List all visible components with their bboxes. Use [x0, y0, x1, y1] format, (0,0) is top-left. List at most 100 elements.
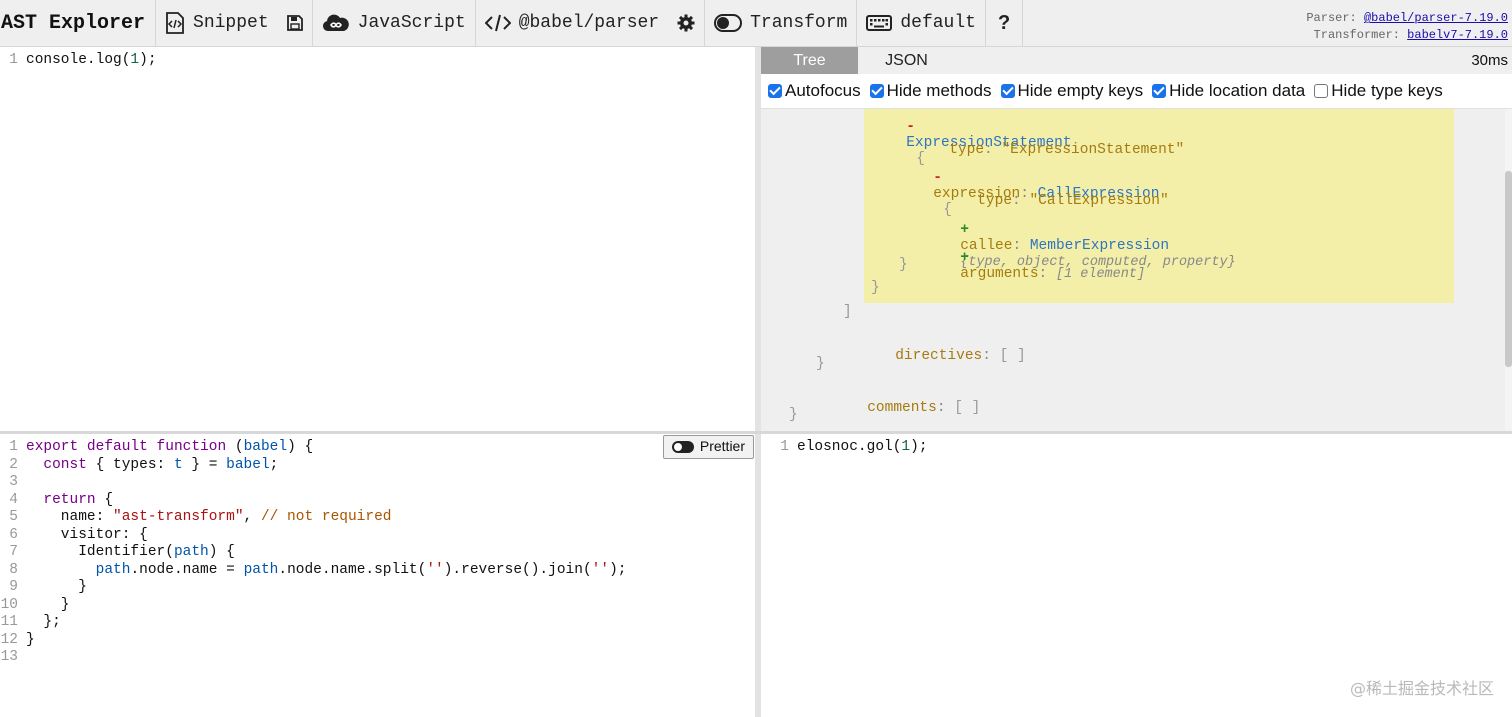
language-select[interactable]: JavaScript — [313, 0, 476, 46]
hide-location-data-checkbox[interactable] — [1152, 84, 1167, 98]
node-summary: [1 element] — [1055, 267, 1146, 282]
transformer-version-link[interactable]: babelv7-7.19.0 — [1407, 28, 1508, 42]
parse-time: 30ms — [1471, 52, 1508, 69]
line-number: 13 — [0, 649, 18, 665]
tab-tree[interactable]: Tree — [761, 47, 858, 74]
snippet-menu[interactable]: Snippet — [156, 0, 278, 46]
option-label: Hide empty keys — [1017, 81, 1144, 100]
parser-version-prefix: Parser: — [1306, 11, 1357, 25]
brace: } — [816, 356, 825, 372]
autofocus-checkbox[interactable] — [768, 84, 782, 98]
parser-version-link[interactable]: @babel/parser-7.19.0 — [1364, 11, 1508, 25]
brace: } — [871, 280, 880, 296]
code-file-icon — [165, 12, 185, 34]
prettier-label: Prettier — [699, 438, 745, 455]
ast-viewer: Tree JSON 30ms Autofocus Hide methods Hi… — [761, 47, 1512, 431]
expand-toggle[interactable]: + — [960, 250, 969, 266]
line-number: 1 — [9, 52, 18, 68]
keymap-select[interactable]: default — [857, 0, 986, 46]
line-number: 1 — [780, 439, 789, 455]
app-title: AST Explorer — [0, 0, 157, 46]
code-line: 11 }; — [0, 614, 61, 630]
code-line: 2 const { types: t } = babel; — [0, 457, 755, 475]
language-label: JavaScript — [357, 13, 466, 33]
transform-toggle[interactable]: Transform — [705, 0, 858, 46]
bracket: ] — [843, 304, 852, 320]
option-hide-methods[interactable]: Hide methods — [869, 81, 992, 101]
code-line: 6 visitor: { — [0, 527, 755, 545]
tree-prop-comments: comments: [ ] — [867, 400, 981, 416]
code-line: 1 console.log(1); — [0, 52, 755, 70]
hide-empty-keys-checkbox[interactable] — [1000, 84, 1015, 98]
code-line: 5 name: "ast-transform", // not required — [0, 509, 755, 527]
code-line: 1 export default function (babel) { — [0, 439, 755, 457]
code-line: 3 — [0, 474, 755, 492]
code-line: 7 Identifier(path) { — [0, 544, 755, 562]
ast-tab-bar: Tree JSON 30ms — [761, 47, 1512, 74]
option-hide-type-keys[interactable]: Hide type keys — [1314, 81, 1443, 101]
line-number: 10 — [0, 596, 18, 613]
line-number: 2 — [9, 456, 18, 473]
gear-icon — [677, 14, 695, 32]
line-code: elosnoc.gol(1); — [797, 439, 928, 455]
line-number: 1 — [9, 439, 18, 455]
tab-json[interactable]: JSON — [858, 47, 955, 74]
transform-label: Transform — [750, 13, 848, 33]
line-number: 8 — [9, 561, 18, 578]
snippet-label: Snippet — [193, 13, 269, 33]
transform-output[interactable]: 1 elosnoc.gol(1); @稀土掘金技术社区 — [761, 434, 1512, 717]
line-number: 5 — [9, 509, 18, 525]
line-number: 12 — [0, 631, 18, 648]
code-line: 12} — [0, 631, 35, 648]
prop-value: [ ] — [999, 348, 1026, 364]
option-label: Hide location data — [1169, 81, 1306, 100]
tree-node-arguments[interactable]: + arguments: [1 element] — [908, 234, 1145, 298]
line-number: 4 — [9, 491, 18, 508]
source-code-editor[interactable]: 1 console.log(1); — [0, 47, 755, 431]
transform-editor[interactable]: Prettier 1 export default function (babel… — [0, 434, 755, 717]
line-number: 11 — [0, 614, 18, 630]
keyboard-icon — [866, 14, 893, 32]
save-icon — [286, 15, 303, 31]
line-number: 7 — [9, 544, 18, 560]
brace: } — [899, 257, 908, 273]
toggle-icon — [671, 441, 694, 453]
prop-key: comments — [867, 400, 937, 416]
parser-settings-button[interactable] — [668, 0, 706, 46]
cloud-infinity-icon — [322, 13, 350, 33]
code-line: 9 } — [0, 579, 755, 597]
option-autofocus[interactable]: Autofocus — [768, 81, 861, 101]
option-label: Hide methods — [886, 81, 992, 100]
option-label: Autofocus — [785, 81, 861, 100]
code-line: 4 return { — [0, 492, 755, 510]
ast-tree: - ExpressionStatement { type: "Expressio… — [761, 109, 1506, 431]
brace: } — [789, 407, 798, 423]
hide-type-keys-checkbox[interactable] — [1314, 84, 1329, 98]
option-hide-location-data[interactable]: Hide location data — [1152, 81, 1305, 101]
help-button[interactable]: ? — [986, 0, 1024, 46]
toggle-icon — [714, 14, 743, 32]
keymap-label: default — [900, 13, 976, 33]
ast-options-bar: Autofocus Hide methods Hide empty keys H… — [761, 74, 1512, 109]
code-line: 10 } — [0, 596, 70, 613]
code-line: 8 path.node.name = path.node.name.split(… — [0, 562, 755, 580]
line-number: 9 — [9, 579, 18, 595]
transformer-version-prefix: Transformer: — [1313, 28, 1400, 42]
prop-key: directives — [895, 348, 983, 364]
tree-prop-directives: directives: [ ] — [895, 348, 1026, 364]
parser-label: @babel/parser — [518, 13, 660, 33]
parser-select[interactable]: @babel/parser — [476, 0, 668, 46]
prettier-toggle[interactable]: Prettier — [662, 435, 754, 459]
version-info: Parser: @babel/parser-7.19.0 Transformer… — [1306, 10, 1508, 44]
option-label: Hide type keys — [1331, 81, 1443, 100]
option-hide-empty-keys[interactable]: Hide empty keys — [1000, 81, 1144, 101]
save-button[interactable] — [278, 0, 313, 46]
code-icon — [484, 14, 511, 32]
code-line: 1 elosnoc.gol(1); — [761, 439, 1512, 457]
line-code: console.log(1); — [26, 52, 157, 68]
hide-methods-checkbox[interactable] — [869, 84, 884, 98]
watermark: @稀土掘金技术社区 — [1349, 678, 1494, 698]
line-number: 6 — [9, 526, 18, 543]
code-line: 13 — [0, 649, 755, 667]
ast-scroll-thumb[interactable] — [1505, 171, 1512, 367]
